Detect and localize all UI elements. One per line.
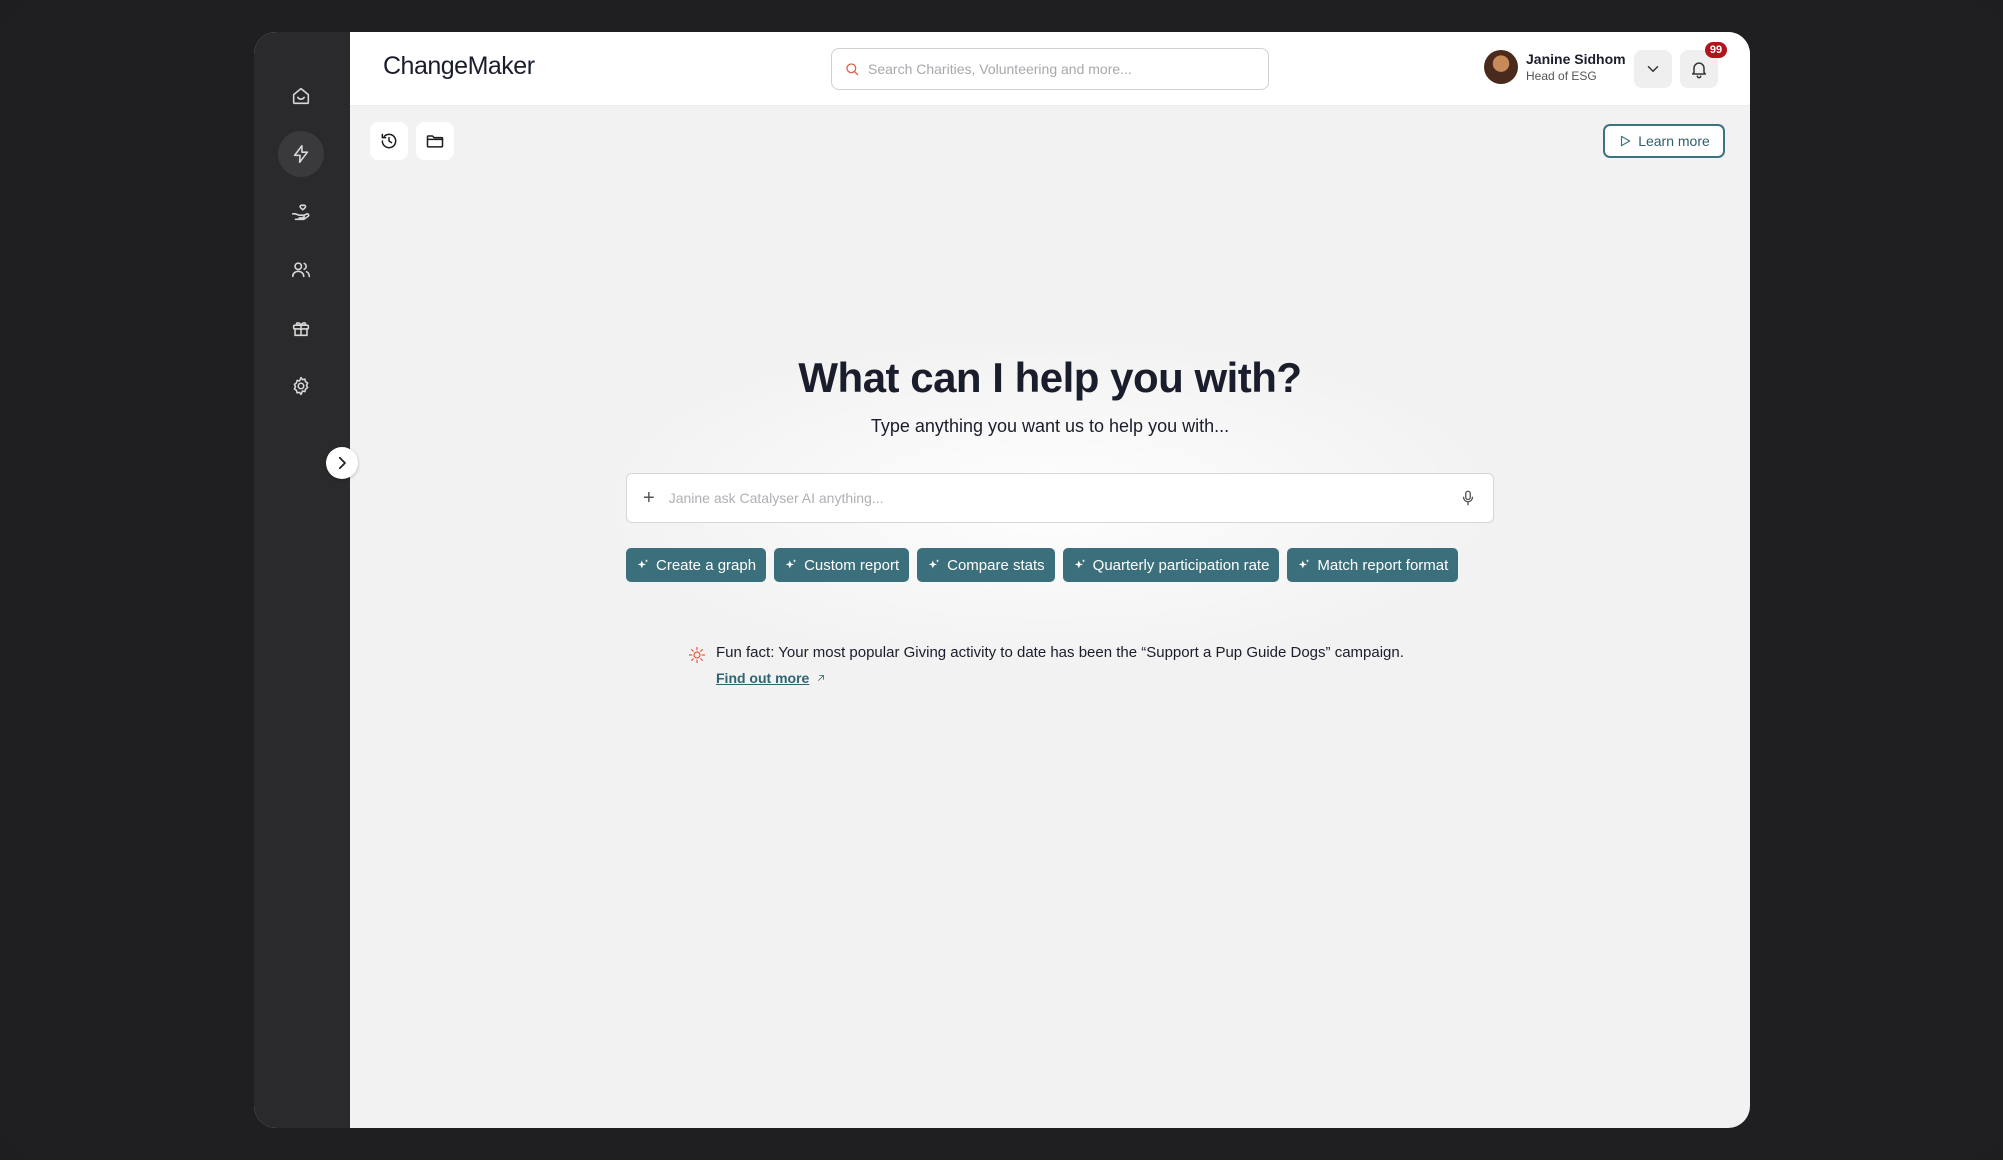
main-content: ChangeMaker Janine Sidhom Head of ESG 99 (350, 32, 1750, 1128)
history-button[interactable] (370, 122, 408, 160)
attach-icon[interactable]: + (643, 488, 655, 508)
fun-fact-text: Fun fact: Your most popular Giving activ… (716, 644, 1404, 661)
sidebar-item-rewards[interactable] (278, 305, 324, 351)
sidebar-item-giving[interactable] (278, 189, 324, 235)
sun-icon (688, 646, 706, 664)
top-bar: ChangeMaker Janine Sidhom Head of ESG 99 (350, 32, 1750, 106)
suggestion-chip-label: Compare stats (947, 556, 1045, 574)
sidebar-item-settings[interactable] (278, 363, 324, 409)
sparkle-icon (785, 559, 797, 569)
sparkle-icon (928, 559, 940, 569)
hand-heart-icon (291, 204, 310, 221)
find-out-more-link[interactable]: Find out more (716, 670, 827, 686)
gift-icon (292, 322, 310, 337)
user-menu-button[interactable] (1634, 50, 1672, 88)
notification-badge: 99 (1705, 42, 1727, 58)
microphone-icon[interactable] (1459, 489, 1477, 507)
suggestion-chip-create-graph[interactable]: Create a graph (626, 548, 767, 582)
bell-icon (1692, 62, 1706, 79)
folder-icon (426, 135, 444, 148)
user-profile[interactable]: Janine Sidhom Head of ESG (1484, 50, 1626, 84)
suggestion-chip-label: Match report format (1317, 556, 1449, 574)
avatar (1484, 50, 1518, 84)
suggestion-chip-compare-stats[interactable]: Compare stats (917, 548, 1055, 582)
suggestion-chip-label: Custom report (804, 556, 900, 574)
app-window: ChangeMaker Janine Sidhom Head of ESG 99 (254, 32, 1750, 1128)
user-name: Janine Sidhom (1526, 51, 1626, 67)
sidebar-item-home[interactable] (278, 73, 324, 119)
sparkle-icon (637, 559, 649, 569)
folder-button[interactable] (416, 122, 454, 160)
lightning-icon (293, 144, 309, 164)
sidebar-item-actions[interactable] (278, 131, 324, 177)
ai-prompt-input[interactable] (668, 490, 1459, 506)
brand-logo[interactable]: ChangeMaker (383, 52, 535, 81)
global-search[interactable] (831, 48, 1269, 90)
users-icon (291, 262, 311, 278)
chevron-down-icon (1647, 66, 1659, 72)
suggestion-chip-match-format[interactable]: Match report format (1287, 548, 1459, 582)
sparkle-icon (1074, 559, 1085, 569)
suggestion-chip-label: Create a graph (656, 556, 757, 574)
suggestion-chip-quarterly-participation[interactable]: Quarterly participation rate (1062, 548, 1280, 582)
page-subtitle: Type anything you want us to help you wi… (870, 416, 1230, 436)
learn-more-button[interactable]: Learn more (1603, 124, 1725, 158)
user-text: Janine Sidhom Head of ESG (1526, 51, 1626, 83)
history-icon (381, 133, 397, 149)
suggestion-chip-label: Quarterly participation rate (1092, 556, 1270, 574)
learn-more-label: Learn more (1638, 133, 1710, 149)
chevron-right-icon (338, 456, 346, 470)
suggestion-chips: Create a graph Custom report Compare sta… (626, 548, 1459, 582)
home-icon (292, 87, 310, 105)
user-role: Head of ESG (1526, 69, 1597, 83)
gear-icon (293, 376, 309, 396)
external-link-icon (818, 675, 825, 681)
page-title: What can I help you with? (798, 354, 1302, 401)
sparkle-icon (1299, 559, 1310, 569)
ai-prompt-box[interactable]: + (626, 473, 1494, 523)
sidebar-item-people[interactable] (278, 247, 324, 293)
search-icon (846, 63, 859, 76)
suggestion-chip-custom-report[interactable]: Custom report (774, 548, 910, 582)
find-out-more-label: Find out more (716, 670, 810, 686)
sidebar (254, 32, 350, 1128)
play-icon (1621, 135, 1631, 147)
search-input[interactable] (868, 61, 1248, 77)
